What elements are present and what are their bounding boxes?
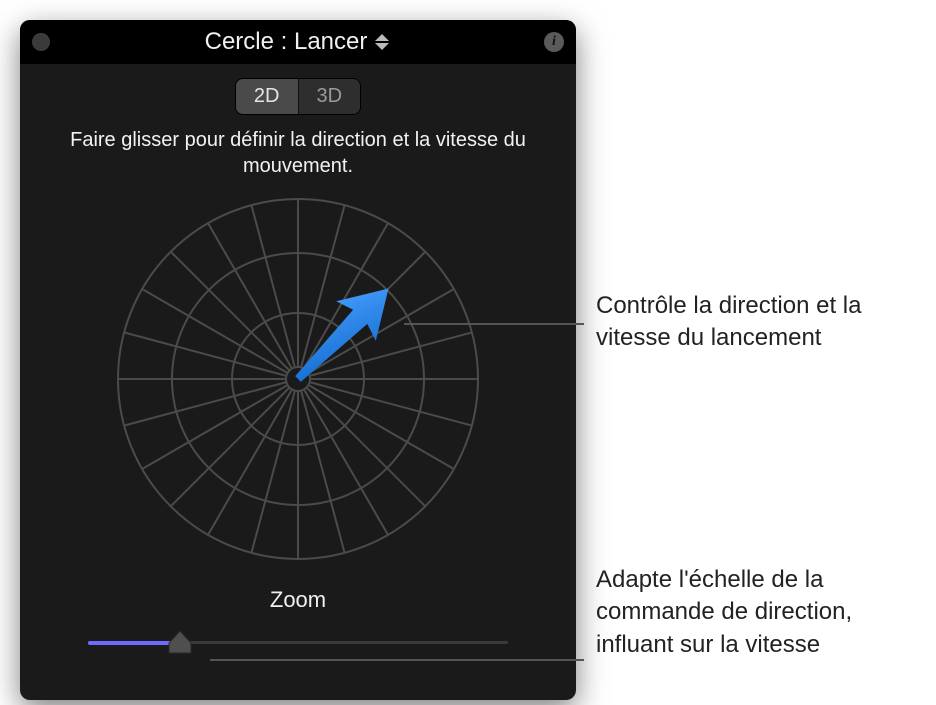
hud-panel: Cercle : Lancer i 2D 3D Faire glisser po… <box>20 20 576 700</box>
title-dropdown[interactable]: Cercle : Lancer <box>205 28 390 56</box>
direction-radar[interactable] <box>108 189 488 569</box>
chevron-updown-icon <box>375 34 389 50</box>
mode-2d-button[interactable]: 2D <box>236 79 298 114</box>
titlebar: Cercle : Lancer i <box>20 20 576 64</box>
zoom-label: Zoom <box>20 587 576 613</box>
panel-title: Cercle : Lancer <box>205 28 368 56</box>
view-mode-toggle: 2D 3D <box>20 78 576 115</box>
close-button[interactable] <box>32 33 50 51</box>
instruction-text: Faire glisser pour définir la direction … <box>44 127 552 179</box>
annotation-direction: Contrôle la direction et la vitesse du l… <box>596 290 906 355</box>
leader-line <box>210 659 584 661</box>
mode-3d-button[interactable]: 3D <box>298 79 361 114</box>
slider-thumb[interactable] <box>167 629 193 655</box>
annotation-zoom: Adapte l'échelle de la commande de direc… <box>596 564 906 661</box>
zoom-slider[interactable] <box>88 631 508 661</box>
leader-line <box>404 323 584 325</box>
info-icon[interactable]: i <box>544 32 564 52</box>
